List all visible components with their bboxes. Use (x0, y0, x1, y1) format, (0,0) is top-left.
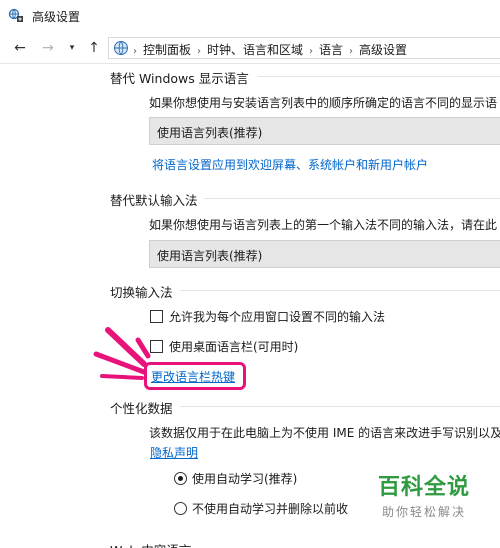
section-description: 如果你想使用与安装语言列表中的顺序所确定的语言不同的显示语 (149, 96, 498, 110)
arrow-right-icon[interactable]: → (38, 38, 58, 58)
pointer-arrows-icon (93, 327, 151, 380)
apply-settings-link[interactable]: 将语言设置应用到欢迎屏幕、系统帐户和新用户帐户 (152, 156, 428, 173)
settings-content: 替代 Windows 显示语言 如果你想使用与安装语言列表中的顺序所确定的语言不… (0, 64, 500, 548)
address-bar: ← → ▾ ↑ › 控制面板 › 时钟、语言和区域 › 语言 › 高级设置 (0, 32, 500, 64)
breadcrumb-item[interactable]: 语言 (319, 43, 343, 57)
chevron-down-icon[interactable]: ▾ (62, 38, 82, 58)
section-header: 切换输入法 (110, 285, 173, 300)
input-method-dropdown[interactable]: 使用语言列表(推荐) (149, 240, 500, 268)
display-language-dropdown[interactable]: 使用语言列表(推荐) (149, 117, 500, 145)
breadcrumb-item[interactable]: 时钟、语言和区域 (207, 43, 303, 57)
section-header: 替代 Windows 显示语言 (110, 71, 249, 86)
section-description: 该数据仅用于在此电脑上为不使用 IME 的语言来改进手写识别以及 (149, 426, 500, 440)
arrow-left-icon[interactable]: ← (10, 38, 30, 58)
title-bar: 高级设置 (0, 0, 500, 32)
dropdown-value: 使用语言列表(推荐) (157, 126, 263, 140)
no-auto-learning-radio[interactable] (174, 502, 187, 515)
watermark-title: 百科全说 (377, 475, 470, 500)
breadcrumb-item[interactable]: 控制面板 (143, 43, 191, 57)
breadcrumb[interactable]: › 控制面板 › 时钟、语言和区域 › 语言 › 高级设置 (108, 37, 500, 59)
chevron-right-icon: › (309, 46, 314, 57)
arrow-up-icon[interactable]: ↑ (84, 38, 104, 58)
section-description: 如果你想使用与语言列表上的第一个输入法不同的输入法，请在此 (149, 218, 498, 232)
control-panel-icon (114, 41, 128, 55)
breadcrumb-item[interactable]: 高级设置 (359, 43, 407, 57)
window-title: 高级设置 (32, 10, 81, 24)
section-header: 个性化数据 (110, 401, 173, 416)
section-header: 替代默认输入法 (110, 193, 198, 208)
per-app-input-checkbox[interactable] (150, 310, 163, 323)
watermark-subtitle: 助你轻松解决 (381, 505, 466, 519)
chevron-right-icon: › (349, 46, 354, 57)
watermark: 百科全说 助你轻松解决 (378, 469, 470, 520)
chevron-right-icon: › (197, 46, 202, 57)
section-header: Web 内容语言 (110, 540, 191, 548)
radio-label: 使用自动学习(推荐) (192, 472, 298, 486)
language-settings-icon (8, 8, 23, 22)
privacy-statement-link[interactable]: 隐私声明 (150, 444, 198, 461)
auto-learning-radio[interactable] (174, 472, 187, 485)
section-divider (180, 406, 500, 407)
dropdown-value: 使用语言列表(推荐) (157, 249, 263, 263)
section-divider (180, 290, 500, 291)
checkbox-label: 允许我为每个应用窗口设置不同的输入法 (169, 310, 386, 324)
chevron-right-icon: › (133, 46, 137, 57)
section-divider (204, 198, 500, 199)
radio-label: 不使用自动学习并删除以前收 (192, 502, 349, 516)
section-divider (258, 76, 500, 77)
checkbox-label: 使用桌面语言栏(可用时) (169, 340, 299, 354)
